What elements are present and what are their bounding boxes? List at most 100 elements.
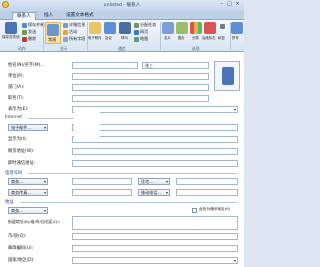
separator — [160, 22, 161, 50]
name-field[interactable] — [72, 62, 138, 69]
tab-insert[interactable]: 插入 — [40, 12, 57, 20]
assign-task-button[interactable]: 分配任务 — [140, 22, 156, 28]
picture-icon — [176, 22, 188, 34]
address-section-header: 地址 — [5, 200, 14, 205]
save-close-button[interactable]: 保存并关闭 — [2, 22, 20, 44]
delete-button[interactable]: 删除 — [28, 36, 36, 42]
minimize-icon[interactable]: – — [218, 1, 225, 8]
city-label: 市/县(Q): — [8, 234, 27, 239]
last-name-field[interactable]: 张三 — [142, 62, 209, 69]
business-fax-label: 商务传真... — [11, 190, 32, 195]
all-fields-button[interactable]: 所有字段 — [69, 36, 85, 42]
internet-section-header: Internet — [5, 115, 23, 120]
abc-check-icon — [231, 22, 243, 34]
phone-icon — [119, 22, 131, 34]
business-fax-button[interactable]: 商务传真... ▾ — [8, 189, 48, 196]
business-fax-field[interactable] — [72, 189, 132, 196]
email-ribbon-label: 电子邮件 — [88, 36, 102, 40]
city-field[interactable] — [72, 233, 238, 240]
save-close-icon — [5, 22, 17, 34]
call-label: 呼叫 — [121, 36, 128, 40]
ribbon: 保存并关闭 保存并新建 发送 删除 动作 常规 详细信息 活动 所有字段 显示 … — [0, 20, 244, 52]
window-title: unlisted - 联系人 — [103, 3, 141, 8]
private-button[interactable]: 私密 — [218, 22, 228, 44]
contact-form: 姓名(N)/名字(M)... 张三 单位(P): 部门(A): 职务(T): 表… — [0, 52, 244, 267]
contact-photo[interactable] — [214, 61, 240, 91]
section-divider — [28, 173, 238, 174]
map-icon — [134, 37, 139, 42]
calendar-icon — [104, 22, 116, 34]
mailing-address-checkbox[interactable] — [192, 208, 197, 213]
email-button[interactable]: 电子邮件... ▾ — [8, 124, 48, 131]
chevron-down-icon: ▾ — [43, 190, 46, 195]
email-button-label: 电子邮件... — [11, 125, 32, 130]
categorize-label: 分类 — [192, 36, 199, 40]
blank-area — [74, 110, 100, 138]
street-field[interactable] — [72, 216, 238, 230]
call-button[interactable]: 呼叫 — [119, 22, 131, 44]
home-phone-button[interactable]: 住宅... ▾ — [138, 178, 170, 185]
im-address-label: 即时通信地址: — [8, 161, 36, 166]
web-page-icon — [134, 30, 139, 35]
web-page-label: 网页地址(W): — [8, 149, 35, 154]
picture-button[interactable]: 图片 — [176, 22, 188, 44]
delete-icon — [22, 37, 27, 42]
chevron-down-icon: ▾ — [43, 125, 46, 130]
chevron-down-icon: ▾ — [165, 179, 168, 184]
categorize-button[interactable]: 分类 — [190, 22, 202, 44]
full-name-button[interactable]: 姓名(N)/名字(M)... — [8, 62, 68, 69]
separator — [43, 22, 44, 50]
general-label: 常规 — [48, 37, 57, 42]
job-title-field[interactable] — [72, 95, 209, 102]
ribbon-tabs: 联系人 插入 设置文本格式 — [0, 11, 244, 20]
meeting-button[interactable]: 会议 — [104, 22, 116, 44]
job-title-label: 职务(T): — [8, 96, 25, 101]
home-phone-label: 住宅... — [141, 179, 154, 184]
picture-label: 图片 — [178, 36, 185, 40]
spelling-button[interactable]: 拼写 — [231, 22, 244, 44]
tab-contact[interactable]: 联系人 — [12, 12, 36, 20]
home-phone-field[interactable] — [176, 178, 238, 185]
details-icon — [63, 23, 68, 28]
send-icon — [22, 30, 27, 35]
tab-format-text[interactable]: 设置文本格式 — [62, 12, 98, 20]
zip-field[interactable] — [72, 245, 238, 252]
assign-task-icon — [134, 23, 139, 28]
display-as-label: 显示为(I): — [8, 137, 27, 142]
general-button[interactable]: 常规 — [45, 22, 61, 44]
private-label: 私密 — [218, 36, 225, 40]
business-phone-field[interactable] — [72, 178, 132, 185]
envelope-icon — [89, 22, 101, 34]
close-icon[interactable]: × — [234, 1, 241, 8]
mobile-phone-field[interactable] — [176, 189, 238, 196]
card-button[interactable]: 名片 — [162, 22, 174, 44]
business-phone-button[interactable]: 商务... ▾ — [8, 178, 48, 185]
business-phone-label: 商务... — [11, 179, 24, 184]
section-divider — [28, 118, 74, 119]
business-address-button[interactable]: 商务... ▾ — [8, 207, 48, 214]
title-bar: unlisted - 联系人 – □ × — [0, 0, 244, 11]
meeting-label: 会议 — [105, 36, 112, 40]
send-button[interactable]: 发送 — [28, 29, 36, 35]
business-card-icon — [162, 22, 174, 34]
last-name-value: 张三 — [145, 63, 153, 68]
details-button[interactable]: 详细信息 — [69, 22, 85, 28]
im-address-field[interactable] — [72, 160, 238, 167]
followup-button[interactable]: 后续标志 — [202, 22, 216, 44]
department-field[interactable] — [72, 84, 209, 91]
web-page-field[interactable] — [72, 148, 238, 155]
company-field[interactable] — [72, 73, 209, 80]
country-select[interactable]: ▾ — [72, 257, 238, 264]
file-as-label: 表示为(E): — [8, 107, 29, 112]
chevron-down-icon: ▾ — [43, 179, 46, 184]
spelling-label: 拼写 — [232, 36, 239, 40]
mobile-phone-button[interactable]: 移动电话... ▾ — [138, 189, 170, 196]
email-ribbon-button[interactable]: 电子邮件 — [88, 22, 102, 44]
web-page-button[interactable]: 网页 — [140, 29, 148, 35]
map-button[interactable]: 地图 — [140, 36, 148, 42]
lock-icon — [220, 24, 225, 29]
activities-icon — [63, 30, 68, 35]
maximize-icon[interactable]: □ — [226, 1, 233, 8]
save-new-icon — [22, 23, 27, 28]
activities-button[interactable]: 活动 — [69, 29, 77, 35]
